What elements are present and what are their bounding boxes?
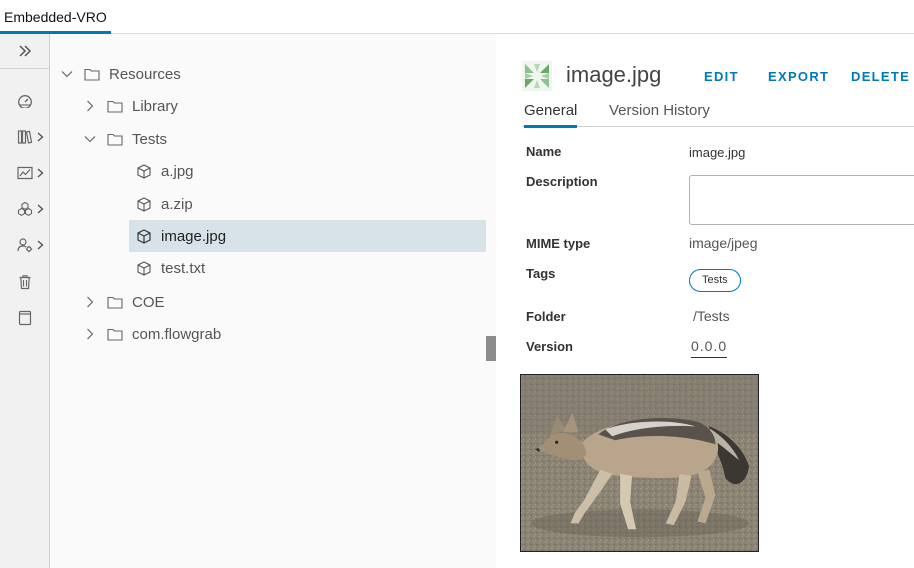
export-button[interactable]: EXPORT (768, 69, 829, 84)
dashboard-icon (18, 95, 32, 108)
chevron-right-icon[interactable] (83, 295, 97, 309)
tree-item-test-txt[interactable]: test.txt (136, 252, 205, 284)
monitoring-button[interactable] (0, 158, 49, 188)
description-label: Description (526, 174, 598, 189)
folder-icon (107, 131, 123, 147)
folder-icon (84, 66, 100, 82)
folder-value: /Tests (693, 308, 730, 324)
chevron-right-icon (37, 204, 44, 214)
folder-icon (107, 98, 123, 114)
tree-item-label: Tests (132, 130, 168, 148)
description-field[interactable] (689, 175, 914, 225)
tree-item-a-jpg[interactable]: a.jpg (136, 155, 194, 187)
tree-item-label: test.txt (161, 259, 206, 277)
tree-scrollbar-thumb[interactable] (486, 336, 496, 361)
administration-button[interactable] (0, 230, 49, 260)
chevron-right-icon[interactable] (83, 99, 97, 113)
tree-item-a-zip[interactable]: a.zip (136, 188, 193, 220)
folder-icon (107, 294, 123, 310)
tablet-icon (18, 310, 32, 326)
tree-item-image-jpg[interactable]: image.jpg (129, 220, 486, 252)
version-value: 0.0.0 (691, 338, 728, 358)
tag-tests[interactable]: Tests (689, 269, 741, 292)
delete-button[interactable]: DELETE (851, 69, 910, 84)
resource-cube-icon (136, 196, 152, 212)
resource-cube-icon (136, 228, 152, 244)
resource-detail-pane: image.jpg EDIT EXPORT DELETE General Ver… (496, 34, 914, 568)
edit-button[interactable]: EDIT (704, 69, 739, 84)
chevron-right-icon (37, 132, 44, 142)
tablet-button[interactable] (0, 303, 49, 333)
chevron-down-icon[interactable] (83, 132, 97, 146)
library-icon (17, 130, 33, 144)
chevron-down-icon[interactable] (60, 67, 74, 81)
trash-icon (19, 275, 31, 290)
tags-label: Tags (526, 266, 556, 281)
tree-item-com-flowgrab[interactable]: com.flowgrab (83, 318, 221, 350)
tree-item-label: COE (132, 293, 165, 311)
tree-item-coe[interactable]: COE (83, 286, 165, 318)
tab-general[interactable]: General (524, 102, 578, 128)
resource-cube-icon (136, 163, 152, 179)
chevron-right-icon (37, 168, 44, 178)
version-label: Version (526, 339, 573, 354)
resource-tree-panel: Resources Library Tests a.jpg a.zip imag… (50, 34, 496, 568)
tree-item-label: image.jpg (161, 227, 227, 245)
folder-icon (107, 326, 123, 342)
tree-item-tests[interactable]: Tests (83, 123, 167, 155)
resource-element-icon (522, 61, 552, 91)
dashboard-button[interactable] (0, 86, 49, 116)
name-label: Name (526, 144, 562, 159)
tree-item-resources[interactable]: Resources (60, 58, 181, 90)
resource-cube-icon (136, 260, 152, 276)
expand-double-chevron-icon (18, 45, 31, 57)
tree-item-label: com.flowgrab (132, 325, 222, 343)
top-tab-bar: Embedded-VRO (0, 0, 914, 34)
mime-type-value: image/jpeg (689, 235, 758, 251)
tree-item-label: a.zip (161, 195, 193, 213)
image-preview (520, 374, 759, 552)
assets-button[interactable] (0, 194, 49, 224)
app-tab-embedded-vro[interactable]: Embedded-VRO (0, 0, 111, 34)
library-button[interactable] (0, 122, 49, 152)
mime-type-label: MIME type (526, 236, 591, 251)
tree-item-label: Resources (109, 65, 181, 83)
resource-title: image.jpg (566, 62, 662, 87)
rail-expand-button[interactable] (0, 34, 49, 69)
tree-item-library[interactable]: Library (83, 90, 178, 122)
monitoring-icon (17, 166, 33, 180)
left-nav-rail (0, 34, 50, 568)
folder-label: Folder (526, 309, 566, 324)
chevron-right-icon (37, 240, 44, 250)
chevron-right-icon[interactable] (83, 327, 97, 341)
tab-version-history[interactable]: Version History (609, 102, 710, 127)
name-value: image.jpg (689, 145, 746, 160)
assets-icon (17, 201, 33, 217)
administration-icon (17, 238, 33, 253)
tree-item-label: a.jpg (161, 162, 194, 180)
detail-tabs: General Version History (522, 100, 914, 128)
tree-item-label: Library (132, 97, 178, 115)
trash-button[interactable] (0, 267, 49, 297)
